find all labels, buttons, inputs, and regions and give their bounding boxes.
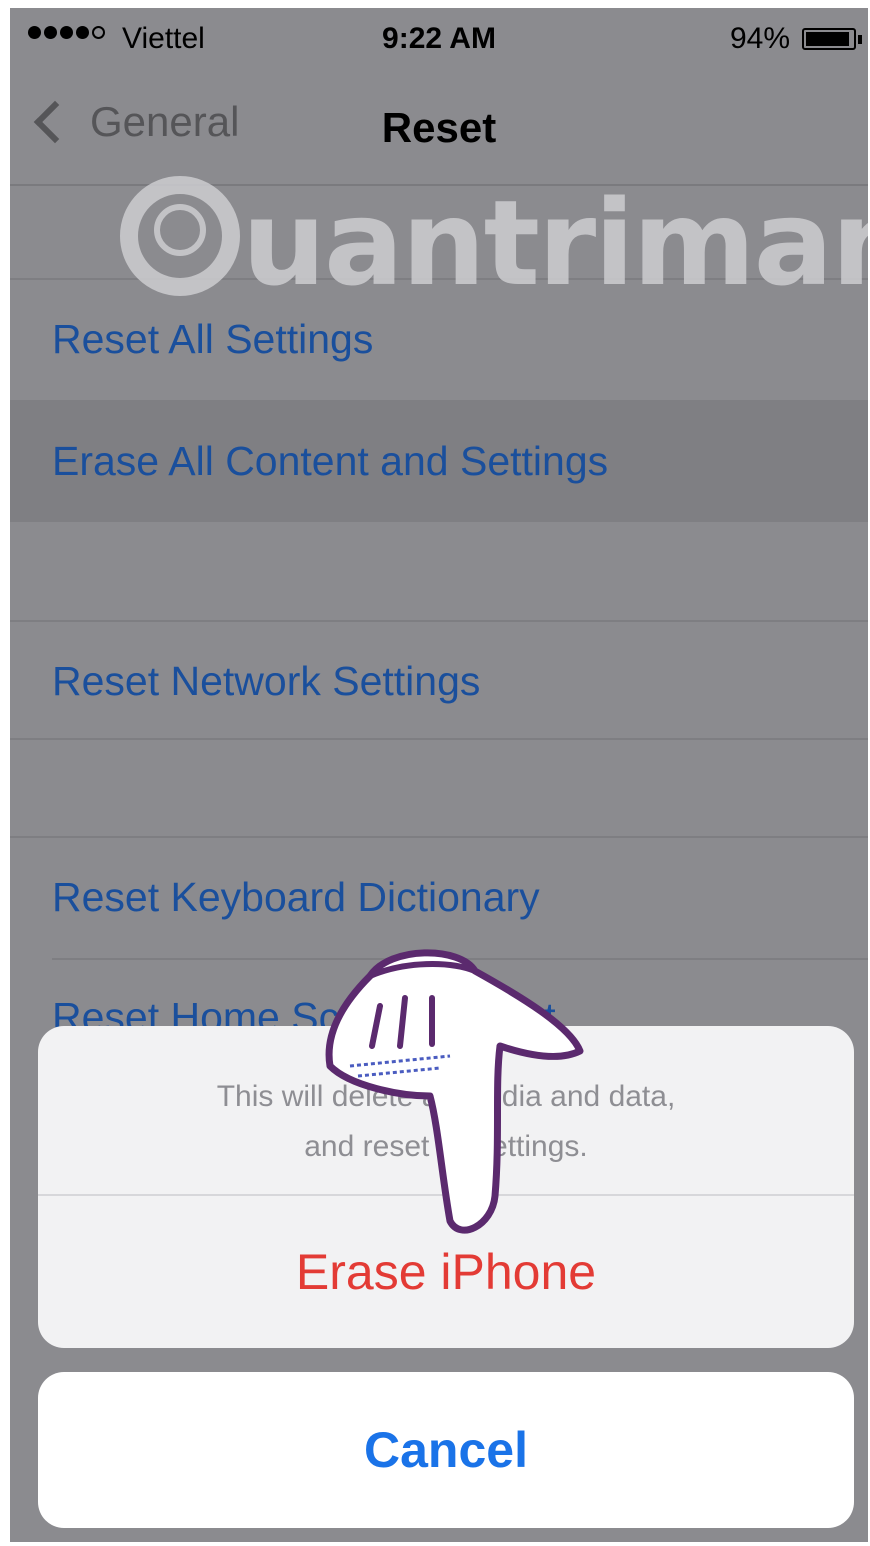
- row-label: Reset Network Settings: [52, 658, 481, 704]
- action-sheet: This will delete all media and data, and…: [38, 1026, 854, 1348]
- message-line: and reset all settings.: [304, 1130, 588, 1163]
- battery-percentage: 94%: [729, 22, 790, 55]
- cancel-button[interactable]: Cancel: [38, 1372, 854, 1528]
- erase-iphone-button[interactable]: Erase iPhone: [38, 1196, 854, 1348]
- reset-all-settings-row[interactable]: Reset All Settings: [10, 280, 868, 398]
- action-sheet-message: This will delete all media and data, and…: [38, 1072, 854, 1172]
- phone-screen: Viettel 9:22 AM 94% General Reset Reset …: [10, 8, 868, 1542]
- status-bar: Viettel 9:22 AM 94%: [10, 8, 868, 70]
- reset-keyboard-dictionary-row[interactable]: Reset Keyboard Dictionary: [10, 838, 868, 958]
- reset-network-settings-row[interactable]: Reset Network Settings: [10, 622, 868, 738]
- row-label: Reset Keyboard Dictionary: [52, 874, 540, 920]
- message-line: This will delete all media and data,: [216, 1080, 676, 1113]
- row-label: Reset All Settings: [52, 316, 374, 362]
- row-label: Erase All Content and Settings: [52, 438, 609, 484]
- battery-icon: [802, 28, 856, 50]
- erase-all-content-row[interactable]: Erase All Content and Settings: [10, 400, 868, 522]
- navigation-bar: General Reset: [10, 70, 868, 186]
- divider: [10, 738, 868, 740]
- page-title: Reset: [381, 104, 497, 151]
- lightbulb-icon: [154, 204, 206, 256]
